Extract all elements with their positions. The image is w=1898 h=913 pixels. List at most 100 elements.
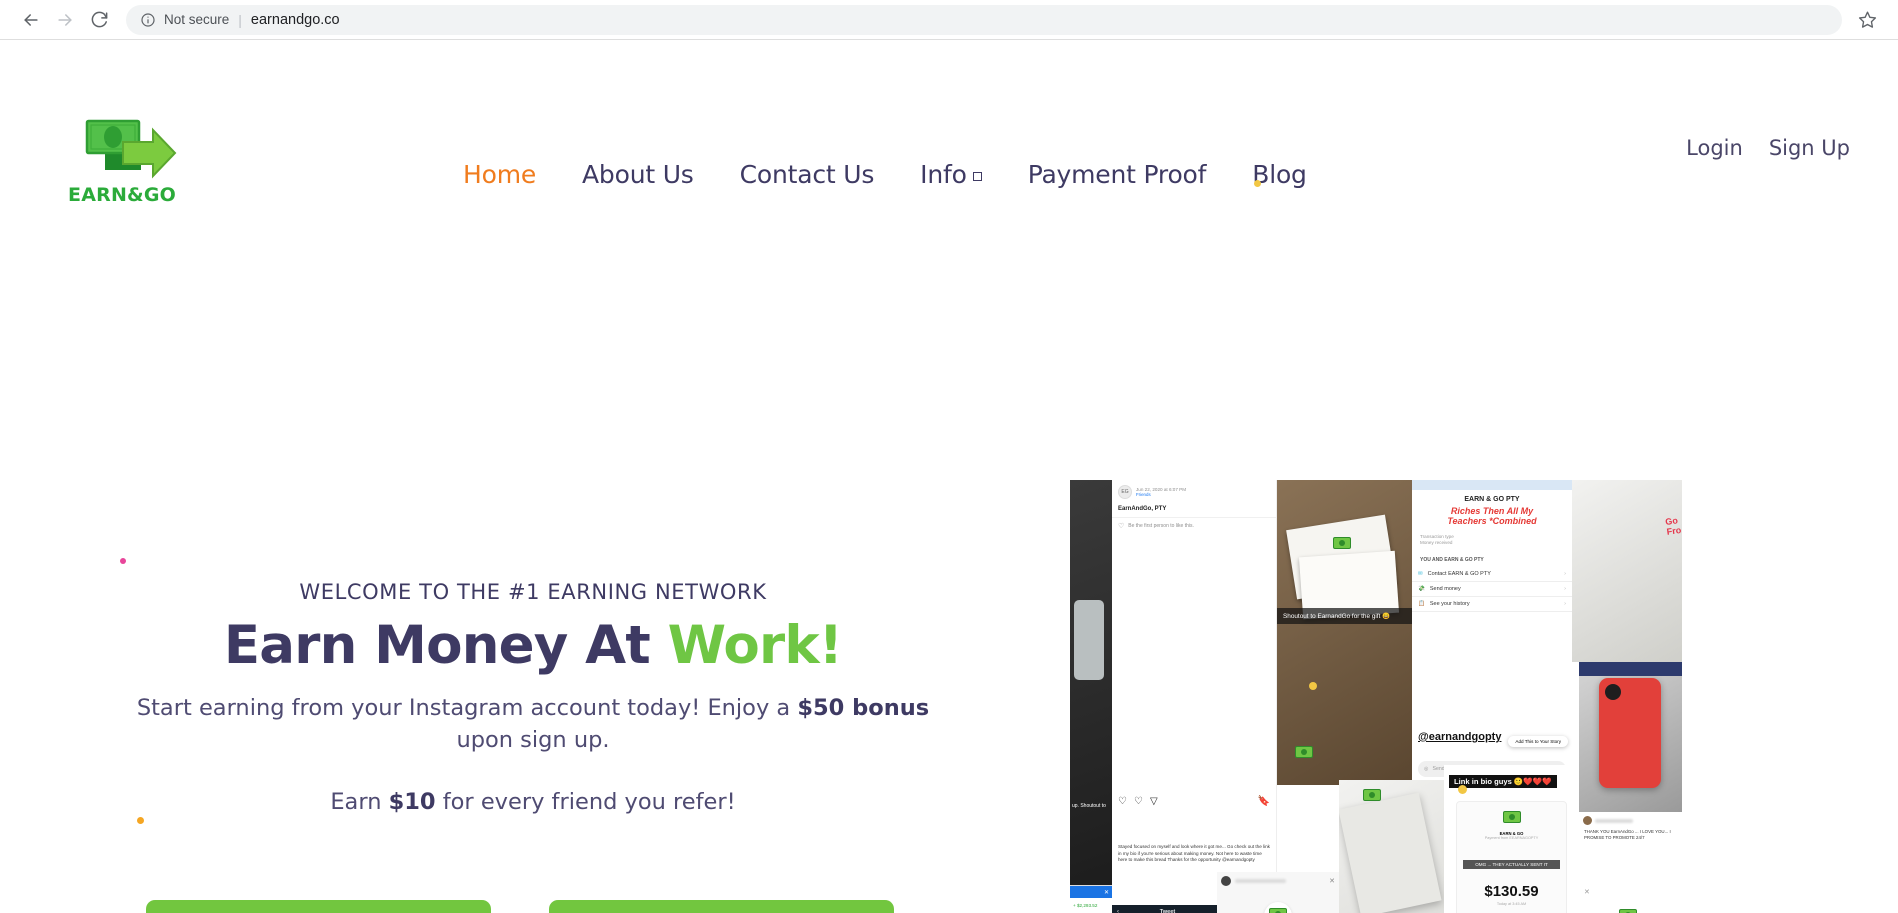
- heart-icon[interactable]: ♡: [1118, 522, 1124, 530]
- link-in-bio-time: Today at 3:45 AM: [1496, 902, 1527, 906]
- collage-tile-story-shoutout-left[interactable]: up. Shoutout to: [1070, 480, 1112, 885]
- collage-tile-ig-post-earnandgo[interactable]: EG Jun 22, 2020 at 6:07 PM Friends EarnA…: [1112, 480, 1277, 885]
- hero-eyebrow: WELCOME TO THE #1 EARNING NETWORK: [299, 580, 767, 604]
- url-text: earnandgo.co: [250, 11, 340, 28]
- star-icon[interactable]: [1850, 3, 1884, 37]
- story-shoutout-caption: up. Shoutout to: [1072, 803, 1106, 809]
- link-in-bio-banner-1: OMG ... THEY ACTUALLY SENT IT: [1463, 860, 1560, 869]
- close-icon[interactable]: ✕: [1584, 888, 1590, 896]
- sub2-post: for every friend you refer!: [435, 789, 736, 816]
- money-icon: [1502, 811, 1521, 823]
- money-icon: [1363, 789, 1381, 801]
- row-send-money[interactable]: 💸 Send money ›: [1412, 582, 1572, 597]
- cashapp-riches-handwriting-1: Riches Then All My: [1450, 506, 1534, 516]
- comment-icon[interactable]: ♡: [1134, 796, 1143, 807]
- nav-item-home[interactable]: Home: [440, 160, 559, 189]
- main-navigation: Home About Us Contact Us Info Payment Pr…: [440, 160, 1330, 189]
- collage-tile-sticker-earnandgopty-right[interactable]: Go Fro: [1572, 480, 1682, 662]
- nav-item-contact-us[interactable]: Contact Us: [717, 160, 898, 189]
- tweet-header: Tweet: [1159, 909, 1176, 913]
- row-label: Send money: [1429, 586, 1461, 592]
- ig-post-audience: Friends: [1136, 492, 1151, 497]
- close-icon[interactable]: ✕: [1329, 877, 1335, 885]
- hero-subtitle-bonus: Start earning from your Instagram accoun…: [118, 693, 948, 757]
- hero-cta-row: Sign Up Login: [146, 900, 894, 913]
- forward-button[interactable]: [48, 3, 82, 37]
- link-in-bio-card-sub: Payment from EEARNAGOPTY: [1484, 836, 1539, 840]
- header-login-link[interactable]: Login: [1686, 136, 1743, 160]
- share-icon[interactable]: ▽: [1150, 796, 1158, 807]
- payment-proof-collage: up. Shoutout to EG Jun 22, 2020 at 6:07 …: [1070, 480, 1682, 913]
- security-status-label: Not secure: [164, 12, 230, 27]
- hero-section: WELCOME TO THE #1 EARNING NETWORK Earn M…: [0, 180, 1898, 913]
- bookmark-icon[interactable]: 🔖: [1258, 796, 1270, 807]
- collage-tile-story-gift-envelope[interactable]: Shoutout to EarnandGo for the gift 😄: [1277, 480, 1412, 785]
- hero-left-column: WELCOME TO THE #1 EARNING NETWORK Earn M…: [0, 200, 1060, 913]
- cashapp-riches-field-2: Money received: [1420, 540, 1453, 545]
- header-signup-link[interactable]: Sign Up: [1769, 136, 1850, 160]
- browser-toolbar: Not secure | earnandgo.co: [0, 0, 1898, 40]
- dot-orange: [137, 817, 144, 824]
- collage-tile-cashapp-receipt-riches[interactable]: EARN & GO PTY Riches Then All My Teacher…: [1412, 480, 1572, 785]
- ig-post-header: EG Jun 22, 2020 at 6:07 PM Friends: [1112, 480, 1276, 504]
- dot-yellow-top: [1254, 180, 1261, 187]
- ig-post-account: EarnAndGo, PTY: [1118, 506, 1167, 512]
- address-bar[interactable]: Not secure | earnandgo.co: [126, 4, 1842, 35]
- row-contact-earn-go[interactable]: ✉ Contact EARN & GO PTY ›: [1412, 567, 1572, 582]
- hero-copy: WELCOME TO THE #1 EARNING NETWORK Earn M…: [118, 580, 948, 815]
- row-label: See your history: [1429, 601, 1470, 607]
- back-button[interactable]: [14, 3, 48, 37]
- sub1-pre: Start earning from your Instagram accoun…: [136, 695, 798, 722]
- cashapp-riches-section: YOU AND EARN & GO PTY: [1420, 557, 1484, 563]
- headline-accent: Work!: [667, 615, 843, 676]
- chevron-down-icon: [972, 172, 982, 181]
- info-circle-icon[interactable]: [140, 12, 156, 28]
- collage-tile-dm-thank-you[interactable]: THANK YOU EarnAndGo ... I LOVE YOU... I …: [1579, 812, 1682, 913]
- money-icon: [1295, 746, 1313, 758]
- camera-icon: ◎: [1424, 766, 1429, 772]
- story-gift-caption: Shoutout to EarnandGo for the gift 😄: [1277, 608, 1412, 624]
- cashapp-riches-field-1: Transaction type: [1420, 534, 1454, 539]
- cashapp-riches-handle: @earnandgopty: [1418, 731, 1502, 743]
- ig-post-like-line: Be the first person to like this.: [1128, 523, 1194, 529]
- collage-tile-photo-red-iphone[interactable]: [1579, 662, 1682, 812]
- sub2-referral-amount: $10: [388, 789, 436, 816]
- nav-item-about-us[interactable]: About Us: [559, 160, 717, 189]
- nav-item-payment-proof[interactable]: Payment Proof: [1005, 160, 1230, 189]
- row-label: Contact EARN & GO PTY: [1427, 571, 1491, 577]
- ig-post-caption: Stayed focused on myself and look where …: [1118, 844, 1270, 862]
- avatar: EG: [1118, 485, 1132, 499]
- collage-tile-cashapp-1336-payment[interactable]: ✕ You received $1336.59 from EARN & GO P…: [1217, 872, 1339, 913]
- omnibox-separator: |: [238, 11, 242, 28]
- paypal-amount: + $2,293.52: [1073, 903, 1098, 908]
- signup-button[interactable]: Sign Up: [146, 900, 491, 913]
- dot-yellow-right: [1458, 785, 1467, 794]
- headline-main: Earn Money At: [223, 615, 668, 676]
- back-arrow-icon[interactable]: ‹: [1117, 909, 1119, 913]
- link-in-bio-amount: $130.59: [1484, 883, 1539, 900]
- sub1-bonus-amount: $50 bonus: [797, 695, 930, 722]
- cashapp-riches-handwriting-2: Teachers *Combined: [1447, 516, 1537, 526]
- sub1-post: upon sign up.: [456, 727, 610, 754]
- login-button[interactable]: Login: [549, 900, 894, 913]
- collage-tile-twitter-tweet-payment[interactable]: ‹ Tweet Megan Viola 2nd payment came tod…: [1112, 905, 1217, 913]
- nav-item-blog[interactable]: Blog: [1229, 160, 1329, 189]
- heart-icon[interactable]: ♡: [1118, 796, 1127, 807]
- auth-links: Login Sign Up: [1686, 136, 1850, 160]
- collage-tile-photo-macbook-box[interactable]: [1339, 780, 1444, 913]
- cashapp-riches-title: EARN & GO PTY: [1464, 496, 1520, 503]
- money-icon: [1333, 537, 1351, 549]
- reload-button[interactable]: [82, 3, 116, 37]
- money-icon: [1269, 908, 1287, 913]
- row-see-history[interactable]: 📋 See your history ›: [1412, 597, 1572, 612]
- hero-subtitle-referral: Earn $10 for every friend you refer!: [118, 789, 948, 815]
- site-header: EARN&GO Home About Us Contact Us Info Pa…: [0, 40, 1898, 206]
- sub2-pre: Earn: [330, 789, 389, 816]
- add-to-story-button[interactable]: Add This to Your Story: [1508, 736, 1568, 747]
- close-icon[interactable]: ✕: [1070, 886, 1112, 898]
- money-icon: [1619, 909, 1637, 913]
- collage-tile-paypal-notification-left[interactable]: ✕ + $2,293.52: [1070, 885, 1112, 913]
- money-arrow-logo-icon: [67, 108, 177, 188]
- nav-item-info[interactable]: Info: [897, 160, 1005, 189]
- dot-pink: [120, 558, 126, 564]
